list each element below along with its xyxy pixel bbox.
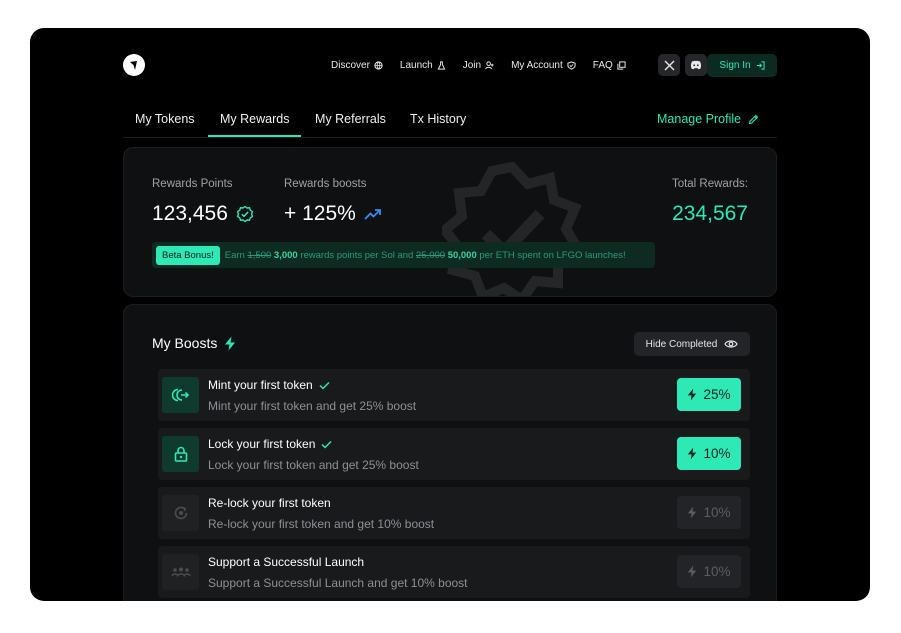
nav-discover[interactable]: Discover: [331, 60, 383, 71]
profile-tabs: My Tokens My Rewards My Referrals Tx His…: [123, 106, 777, 138]
boost-row-lock: Lock your first token Lock your first to…: [158, 428, 750, 480]
shield-icon: [567, 60, 576, 70]
lock-icon: [162, 436, 199, 472]
sign-in-button[interactable]: Sign In: [707, 54, 777, 77]
boost-subtitle: Mint your first token and get 25% boost: [208, 399, 417, 413]
lightning-icon: [688, 447, 697, 460]
rewards-boosts-number: + 125%: [284, 202, 356, 225]
total-rewards-label: Total Rewards:: [671, 178, 748, 190]
tab-my-tokens[interactable]: My Tokens: [135, 112, 195, 126]
boosts-card: My Boosts Hide Completed Mint your first…: [123, 304, 777, 601]
boost-percent-badge[interactable]: 10%: [677, 555, 741, 588]
manage-profile-link[interactable]: Manage Profile: [657, 112, 759, 126]
lightning-icon: [688, 506, 697, 519]
boost-percent-value: 10%: [703, 564, 731, 579]
nav-my-account-label: My Account: [511, 59, 563, 71]
boost-title-text: Re-lock your first token: [208, 496, 331, 510]
nav-my-account[interactable]: My Account: [511, 60, 576, 71]
nav-join[interactable]: Join: [463, 60, 494, 71]
boost-subtitle: Support a Successful Launch and get 10% …: [208, 576, 468, 590]
badge-watermark-icon: [442, 162, 582, 296]
users-icon: [162, 554, 199, 590]
boost-percent-value: 25%: [703, 387, 731, 402]
tab-tx-history[interactable]: Tx History: [410, 112, 466, 126]
rewards-points-label: Rewards Points: [152, 178, 233, 190]
app-window: Discover Launch Join My Account FAQ Sign…: [30, 28, 870, 601]
x-social-button[interactable]: [658, 54, 680, 76]
sign-in-icon: [756, 61, 765, 70]
globe-icon: [374, 60, 383, 70]
hide-completed-label: Hide Completed: [645, 338, 718, 350]
boost-title-text: Lock your first token: [208, 437, 316, 451]
check-icon: [321, 440, 332, 449]
page-content: Discover Launch Join My Account FAQ Sign…: [123, 28, 777, 601]
boost-title-text: Mint your first token: [208, 378, 313, 392]
boost-percent-badge[interactable]: 10%: [677, 437, 741, 470]
nav-faq[interactable]: FAQ: [593, 60, 626, 71]
boost-percent-badge[interactable]: 10%: [677, 496, 741, 529]
manage-profile-label: Manage Profile: [657, 112, 742, 126]
rewards-points-value: 123,456: [152, 202, 254, 226]
boosts-heading: My Boosts: [152, 335, 236, 351]
hide-completed-button[interactable]: Hide Completed: [634, 332, 750, 356]
relock-icon: [162, 495, 199, 531]
boost-row-support: Support a Successful Launch Support a Su…: [158, 546, 750, 598]
discord-social-button[interactable]: [685, 54, 707, 76]
sign-in-label: Sign In: [719, 60, 751, 71]
add-user-icon: [485, 60, 494, 69]
boost-title-text: Support a Successful Launch: [208, 555, 365, 569]
verified-badge-icon: [236, 205, 254, 223]
tab-my-rewards[interactable]: My Rewards: [207, 112, 303, 137]
boost-percent-badge[interactable]: 25%: [677, 378, 741, 411]
boost-subtitle: Re-lock your first token and get 10% boo…: [208, 517, 435, 531]
trending-up-icon: [364, 209, 381, 220]
beta-bonus-banner: Beta Bonus! Earn 1,500 3,000 rewards poi…: [152, 242, 655, 268]
total-rewards-value: 234,567: [672, 202, 748, 225]
nav-faq-label: FAQ: [592, 59, 613, 71]
boosts-title: My Boosts: [152, 335, 218, 351]
beta-old-eth-value: 25,000: [415, 249, 446, 261]
boost-subtitle: Lock your first token and get 25% boost: [208, 458, 419, 472]
copy-icon: [617, 60, 626, 70]
nav-discover-label: Discover: [331, 59, 370, 71]
rewards-boosts-value: + 125%: [284, 202, 382, 226]
beta-old-sol-value: 1,500: [247, 249, 272, 261]
lightning-icon: [225, 336, 236, 350]
beta-bonus-text: Earn 1,500 3,000 rewards points per Sol …: [225, 250, 626, 261]
boost-row-relock: Re-lock your first token Re-lock your fi…: [158, 487, 750, 539]
tab-my-referrals[interactable]: My Referrals: [315, 112, 386, 126]
nav-launch[interactable]: Launch: [400, 60, 446, 71]
boost-row-mint: Mint your first token Mint your first to…: [158, 369, 750, 421]
beta-new-sol-value: 3,000: [273, 249, 298, 261]
rewards-summary-card: Rewards Points 123,456 Rewards boosts + …: [123, 147, 777, 297]
boost-percent-value: 10%: [703, 446, 731, 461]
rewards-boosts-label: Rewards boosts: [284, 178, 367, 190]
nav-launch-label: Launch: [399, 59, 433, 71]
boost-title: Mint your first token: [208, 378, 330, 392]
boost-title: Lock your first token: [208, 437, 332, 451]
lightning-icon: [688, 565, 697, 578]
eye-icon: [724, 340, 739, 348]
beta-text-per-eth: per ETH spent on LFGO launches!: [479, 249, 626, 261]
rewards-points-number: 123,456: [152, 202, 228, 225]
pencil-icon: [748, 114, 759, 124]
boost-title: Re-lock your first token: [208, 496, 331, 510]
boost-percent-value: 10%: [703, 505, 731, 520]
beta-bonus-badge: Beta Bonus!: [156, 245, 220, 265]
discord-icon: [690, 60, 702, 70]
nav-join-label: Join: [462, 59, 482, 71]
check-icon: [319, 381, 330, 390]
x-icon: [664, 60, 674, 70]
lightning-icon: [688, 388, 697, 401]
beta-text-per-sol: rewards points per Sol and: [300, 249, 414, 261]
top-navbar: Discover Launch Join My Account FAQ Sign…: [123, 54, 777, 77]
beta-new-eth-value: 50,000: [447, 249, 477, 261]
boost-title: Support a Successful Launch: [208, 555, 364, 569]
beta-text-earn: Earn: [224, 249, 245, 261]
nav-links: Discover Launch Join My Account FAQ: [331, 54, 626, 76]
mint-icon: [162, 377, 199, 413]
logo-icon[interactable]: [123, 54, 145, 76]
flask-icon: [437, 60, 446, 70]
